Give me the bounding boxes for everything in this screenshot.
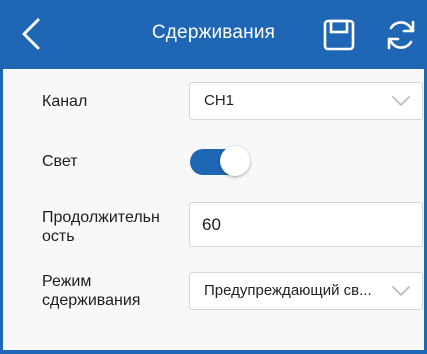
back-button[interactable] — [14, 12, 58, 56]
light-toggle[interactable] — [190, 146, 250, 178]
refresh-button[interactable] — [383, 17, 419, 53]
chevron-down-icon — [392, 96, 410, 106]
channel-select-value: CH1 — [204, 92, 235, 109]
header-bar: Сдерживания — [0, 0, 427, 69]
save-icon — [323, 19, 355, 51]
mode-label-line1: Режим — [42, 273, 92, 290]
duration-label: Продолжительн ость — [42, 208, 160, 246]
save-button[interactable] — [322, 18, 356, 52]
mode-select[interactable]: Предупреждающий св... — [189, 272, 423, 310]
channel-label: Канал — [42, 93, 88, 110]
mode-label-line2: сдерживания — [42, 292, 141, 309]
chevron-left-icon — [22, 18, 40, 50]
duration-label-line1: Продолжительн — [42, 209, 160, 226]
light-label: Свет — [42, 153, 78, 170]
page-title: Сдерживания — [151, 22, 276, 43]
toggle-thumb — [220, 146, 250, 176]
chevron-down-icon — [392, 286, 410, 296]
duration-input[interactable] — [189, 202, 423, 247]
mode-label: Режим сдерживания — [42, 272, 140, 310]
duration-label-line2: ость — [42, 228, 75, 245]
mode-select-value: Предупреждающий св... — [204, 282, 372, 299]
channel-select[interactable]: CH1 — [189, 82, 423, 120]
refresh-icon — [387, 20, 415, 50]
